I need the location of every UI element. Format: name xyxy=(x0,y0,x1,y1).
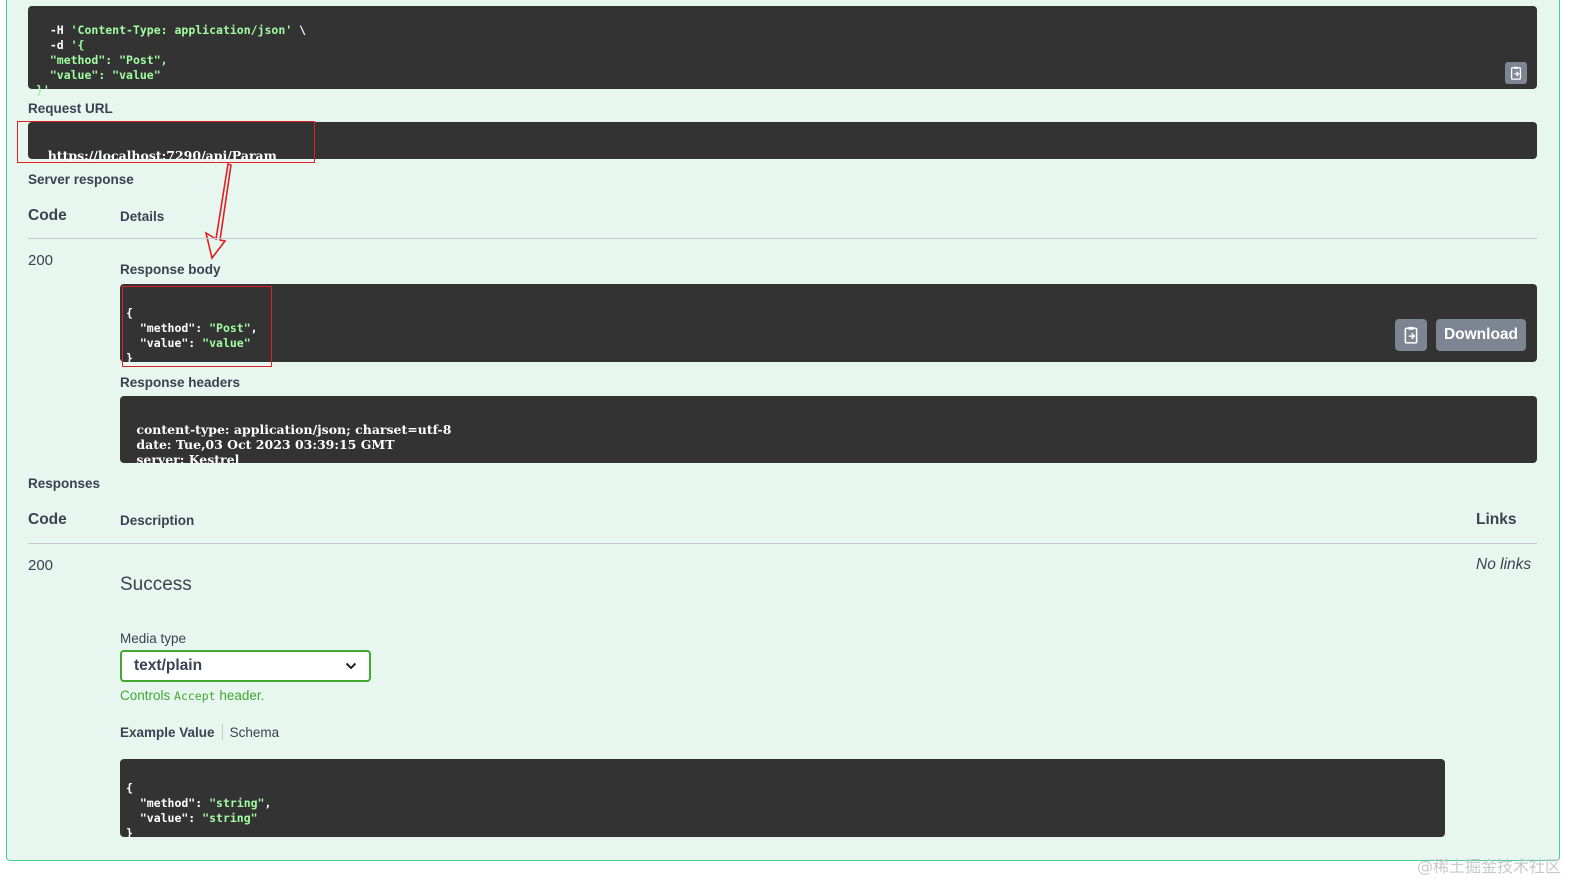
copy-to-clipboard-icon xyxy=(1404,326,1418,344)
response-body-block: { "method": "Post", "value": "value"} xyxy=(120,284,1537,365)
responses-links-value: No links xyxy=(1476,556,1532,573)
server-response-divider xyxy=(28,238,1537,239)
server-response-details-header: Details xyxy=(120,209,165,224)
tab-example-value[interactable]: Example Value xyxy=(120,725,215,740)
response-headers-label: Response headers xyxy=(120,375,241,390)
response-body-line: } xyxy=(126,351,133,365)
response-body-copy-button[interactable] xyxy=(1395,319,1427,351)
response-body-highlight xyxy=(122,286,272,367)
curl-line: "method": "Post", xyxy=(49,53,168,67)
response-headers-block: content-type: application/json; charset=… xyxy=(120,396,1537,467)
curl-line: "value": "value" xyxy=(49,68,161,82)
curl-line: }' xyxy=(36,83,50,97)
responses-links-header: Links xyxy=(1476,511,1517,528)
example-value-block: { "method": "string", "value": "string"} xyxy=(120,759,1445,840)
responses-code: 200 xyxy=(28,557,54,574)
example-line: "method": "string", xyxy=(126,796,272,810)
example-line: "value": "string" xyxy=(126,811,258,825)
curl-line: -H 'Content-Type: application/json' \ xyxy=(36,23,307,37)
curl-command-block: -H 'Content-Type: application/json' \ -d… xyxy=(28,6,1537,97)
tab-separator xyxy=(221,724,223,740)
responses-description: Success xyxy=(120,574,192,595)
response-body-line: { xyxy=(126,306,133,320)
response-body-line: "value": "value" xyxy=(126,336,251,350)
request-url-highlight xyxy=(17,121,315,163)
server-response-label: Server response xyxy=(28,172,134,187)
watermark: @稀土掘金技术社区 xyxy=(1416,857,1561,876)
server-response-code: 200 xyxy=(28,252,54,269)
curl-line: -d '{ xyxy=(36,38,85,52)
server-response-code-header: Code xyxy=(28,207,67,224)
request-url-label: Request URL xyxy=(28,101,113,116)
download-button[interactable]: Download xyxy=(1436,319,1526,351)
media-type-label: Media type xyxy=(120,631,187,646)
responses-divider xyxy=(28,543,1537,544)
media-type-value: text/plain xyxy=(134,657,203,674)
controls-accept-note: Controls Accept header. xyxy=(120,688,265,703)
response-body-line: "method": "Post", xyxy=(126,321,258,335)
responses-code-header: Code xyxy=(28,511,67,528)
chevron-down-icon xyxy=(345,662,357,670)
media-type-select[interactable]: text/plain xyxy=(120,650,371,682)
example-line: { xyxy=(126,781,133,795)
responses-label: Responses xyxy=(28,476,101,491)
response-body-label: Response body xyxy=(120,262,221,277)
response-header-line: content-type: application/json; charset=… xyxy=(132,422,456,437)
example-line: } xyxy=(126,826,133,840)
tab-schema[interactable]: Schema xyxy=(230,725,280,740)
response-header-line: server: Kestrel xyxy=(132,452,244,467)
example-schema-tabs: Example Value Schema xyxy=(120,724,279,740)
copy-to-clipboard-icon xyxy=(1510,66,1522,80)
curl-copy-button[interactable] xyxy=(1505,62,1527,84)
responses-description-header: Description xyxy=(120,513,195,528)
response-header-line: date: Tue,03 Oct 2023 03:39:15 GMT xyxy=(132,437,399,452)
annotation-arrow xyxy=(204,162,232,260)
